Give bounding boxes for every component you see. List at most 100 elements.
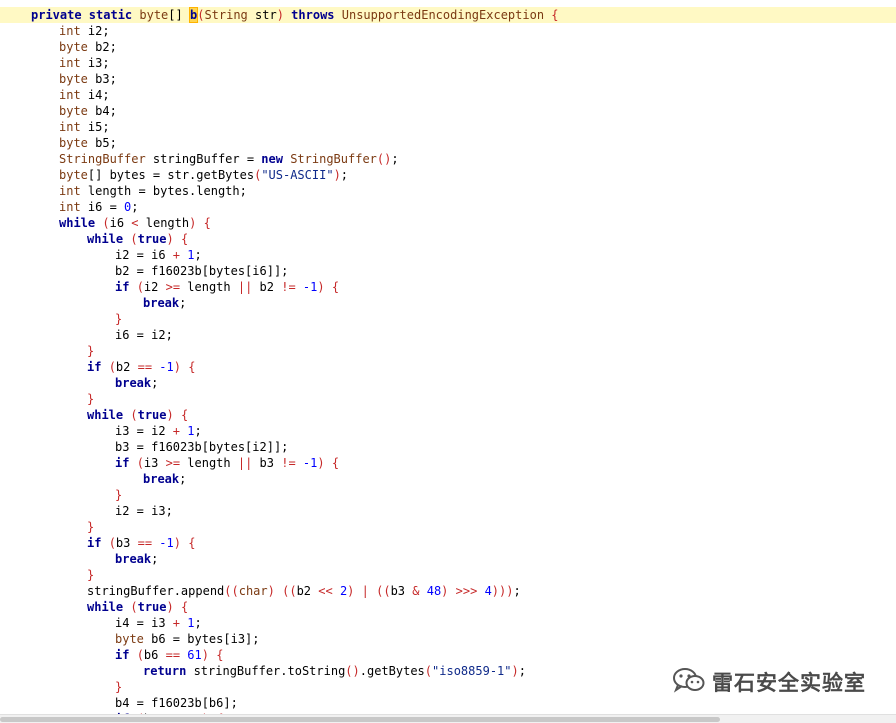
code-token: if bbox=[87, 536, 109, 550]
code-line[interactable]: i6 = i2; bbox=[0, 327, 896, 343]
code-token: + bbox=[172, 248, 181, 262]
code-line[interactable]: stringBuffer.append((char) ((b2 << 2) | … bbox=[0, 583, 896, 599]
code-token: i5; bbox=[80, 120, 110, 134]
code-token: == bbox=[165, 648, 181, 662]
code-token: ; bbox=[194, 616, 202, 630]
code-line[interactable]: byte b5; bbox=[0, 135, 896, 151]
code-token: ( bbox=[130, 600, 138, 614]
code-token: ) bbox=[317, 456, 325, 470]
code-line[interactable]: } bbox=[0, 519, 896, 535]
code-token: b4 = f16023b[b6]; bbox=[115, 696, 238, 710]
code-token: ( bbox=[130, 232, 138, 246]
code-line[interactable]: int i4; bbox=[0, 87, 896, 103]
code-line[interactable]: b3 = f16023b[bytes[i2]]; bbox=[0, 439, 896, 455]
code-token: { bbox=[180, 600, 189, 614]
code-token: b6 bbox=[143, 648, 166, 662]
code-line[interactable]: while (true) { bbox=[0, 599, 896, 615]
code-token: int bbox=[59, 56, 81, 70]
code-token: ; bbox=[179, 472, 187, 486]
code-line[interactable]: break; bbox=[0, 295, 896, 311]
code-token: ( bbox=[108, 536, 116, 550]
code-token: i3 bbox=[143, 456, 166, 470]
code-line[interactable]: while (true) { bbox=[0, 231, 896, 247]
code-line[interactable]: break; bbox=[0, 551, 896, 567]
code-line[interactable]: break; bbox=[0, 375, 896, 391]
code-line[interactable]: while (i6 < length) { bbox=[0, 215, 896, 231]
code-line[interactable]: int i5; bbox=[0, 119, 896, 135]
code-token: + bbox=[172, 424, 181, 438]
code-token: -1 bbox=[159, 360, 174, 374]
code-token: StringBuffer bbox=[59, 152, 146, 166]
code-token: String bbox=[204, 8, 248, 22]
code-token: ; bbox=[340, 168, 349, 182]
code-line[interactable]: b4 = f16023b[b6]; bbox=[0, 695, 896, 711]
code-token: ) bbox=[166, 408, 174, 422]
code-token: ( bbox=[108, 360, 116, 374]
code-token: new bbox=[261, 152, 291, 166]
code-token: int bbox=[59, 200, 81, 214]
code-token: while bbox=[87, 408, 131, 422]
code-token: ( bbox=[136, 648, 144, 662]
code-token: true bbox=[137, 408, 167, 422]
code-line[interactable]: if (b2 == -1) { bbox=[0, 359, 896, 375]
code-token: == bbox=[137, 360, 153, 374]
code-token: while bbox=[87, 232, 131, 246]
code-line[interactable]: break; bbox=[0, 471, 896, 487]
code-line[interactable]: byte[] bytes = str.getBytes("US-ASCII"); bbox=[0, 167, 896, 183]
code-token: } bbox=[87, 392, 95, 406]
code-line[interactable]: i3 = i2 + 1; bbox=[0, 423, 896, 439]
code-line[interactable]: byte b2; bbox=[0, 39, 896, 55]
code-editor[interactable]: private static byte[] b(String str) thro… bbox=[0, 0, 896, 714]
code-token: ) bbox=[173, 536, 181, 550]
code-token: byte bbox=[139, 8, 169, 22]
code-line[interactable]: int i2; bbox=[0, 23, 896, 39]
code-token: == bbox=[137, 536, 153, 550]
code-line[interactable]: if (i2 >= length || b2 != -1) { bbox=[0, 279, 896, 295]
code-line[interactable]: i2 = i6 + 1; bbox=[0, 247, 896, 263]
code-token: ( bbox=[130, 408, 138, 422]
code-line[interactable]: StringBuffer stringBuffer = new StringBu… bbox=[0, 151, 896, 167]
code-token: true bbox=[137, 232, 167, 246]
code-line[interactable]: byte b3; bbox=[0, 71, 896, 87]
code-line[interactable]: private static byte[] b(String str) thro… bbox=[0, 7, 896, 23]
code-line[interactable]: } bbox=[0, 391, 896, 407]
code-token: ) bbox=[333, 168, 341, 182]
code-line[interactable]: } bbox=[0, 311, 896, 327]
code-line[interactable]: while (true) { bbox=[0, 407, 896, 423]
code-token: ) bbox=[317, 280, 325, 294]
code-token: (( bbox=[282, 584, 297, 598]
code-line[interactable]: byte b6 = bytes[i3]; bbox=[0, 631, 896, 647]
code-line[interactable]: int length = bytes.length; bbox=[0, 183, 896, 199]
code-token: ; bbox=[151, 376, 159, 390]
code-line[interactable]: byte b4; bbox=[0, 103, 896, 119]
code-token: << bbox=[318, 584, 333, 598]
code-token: if bbox=[87, 360, 109, 374]
code-line[interactable]: if (b3 == -1) { bbox=[0, 535, 896, 551]
code-line[interactable]: b2 = f16023b[bytes[i6]]; bbox=[0, 263, 896, 279]
code-token: ( bbox=[136, 456, 144, 470]
code-token: stringBuffer = bbox=[145, 152, 262, 166]
code-token: != bbox=[281, 280, 296, 294]
code-token: length bbox=[180, 280, 238, 294]
code-token: ; bbox=[391, 152, 399, 166]
code-token: (( bbox=[376, 584, 391, 598]
code-line[interactable]: int i3; bbox=[0, 55, 896, 71]
code-token: b4; bbox=[87, 104, 117, 118]
code-token: 1 bbox=[187, 616, 195, 630]
code-line[interactable]: i2 = i3; bbox=[0, 503, 896, 519]
code-token: ( bbox=[102, 216, 110, 230]
code-line[interactable]: } bbox=[0, 567, 896, 583]
code-line[interactable]: i4 = i3 + 1; bbox=[0, 615, 896, 631]
code-line[interactable]: if (i3 >= length || b3 != -1) { bbox=[0, 455, 896, 471]
code-token: UnsupportedEncodingException bbox=[341, 8, 545, 22]
code-line[interactable]: int i6 = 0; bbox=[0, 199, 896, 215]
code-token: int bbox=[59, 120, 81, 134]
code-line[interactable]: if (b6 == 61) { bbox=[0, 647, 896, 663]
code-line[interactable]: } bbox=[0, 343, 896, 359]
scrollbar-thumb[interactable] bbox=[0, 717, 720, 722]
code-line[interactable]: } bbox=[0, 487, 896, 503]
